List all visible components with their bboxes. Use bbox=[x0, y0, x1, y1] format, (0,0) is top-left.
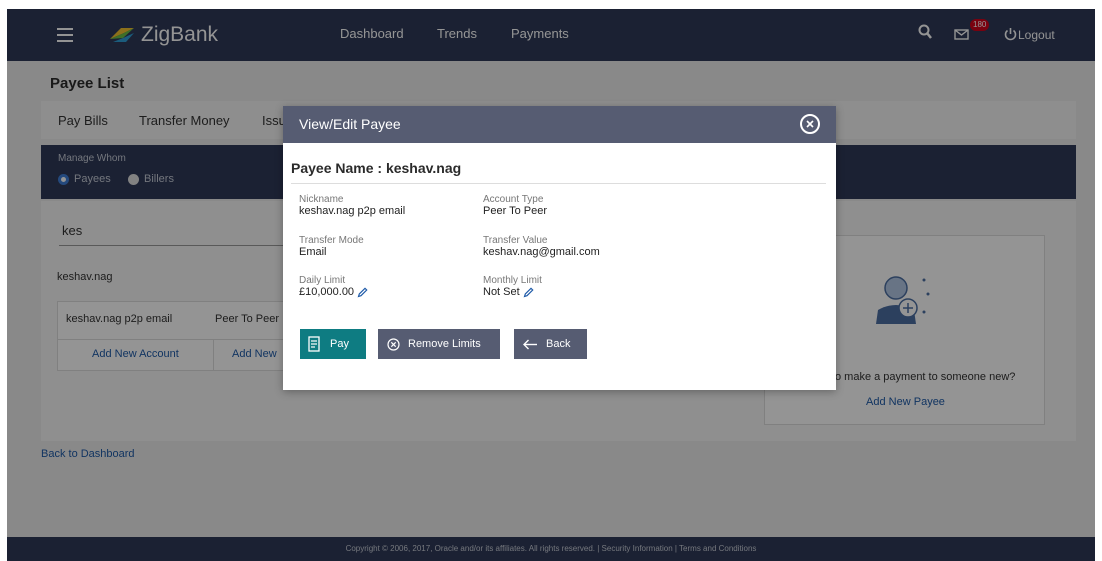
pay-button-label: Pay bbox=[330, 338, 349, 350]
dialog-header: View/Edit Payee bbox=[283, 106, 836, 143]
field-transfer-mode: Transfer Mode Email bbox=[299, 235, 364, 259]
daily-limit-row: £10,000.00 bbox=[299, 286, 368, 299]
account-type-value: Peer To Peer bbox=[483, 205, 548, 217]
remove-circle-icon bbox=[387, 337, 400, 351]
back-button[interactable]: Back bbox=[514, 329, 587, 359]
field-daily-limit: Daily Limit £10,000.00 bbox=[299, 275, 368, 299]
remove-limits-label: Remove Limits bbox=[408, 338, 481, 350]
transfer-value-label: Transfer Value bbox=[483, 235, 548, 246]
dialog-title: View/Edit Payee bbox=[299, 116, 401, 132]
payee-name-heading: Payee Name : keshav.nag bbox=[291, 160, 462, 176]
monthly-limit-row: Not Set bbox=[483, 286, 542, 299]
close-icon[interactable] bbox=[800, 114, 820, 134]
page: ZigBank Dashboard Trends Payments 180 Lo… bbox=[0, 0, 1102, 561]
field-transfer-value: Transfer Value keshav.nag@gmail.com bbox=[483, 235, 600, 259]
monthly-limit-label: Monthly Limit bbox=[483, 275, 542, 286]
transfer-value-value: keshav.nag@gmail.com bbox=[483, 246, 600, 258]
nickname-label: Nickname bbox=[299, 194, 344, 205]
monthly-limit-value: Not Set bbox=[483, 286, 520, 298]
back-button-label: Back bbox=[546, 338, 571, 350]
remove-limits-button[interactable]: Remove Limits bbox=[378, 329, 500, 359]
transfer-mode-label: Transfer Mode bbox=[299, 235, 364, 246]
transfer-mode-value: Email bbox=[299, 246, 327, 258]
view-edit-payee-dialog: View/Edit Payee Payee Name : keshav.nag … bbox=[283, 106, 836, 390]
divider bbox=[291, 183, 826, 184]
account-type-label: Account Type bbox=[483, 194, 544, 205]
pay-button[interactable]: Pay bbox=[300, 329, 366, 359]
nickname-value: keshav.nag p2p email bbox=[299, 205, 406, 217]
field-account-type: Account Type Peer To Peer bbox=[483, 194, 547, 218]
daily-limit-label: Daily Limit bbox=[299, 275, 346, 286]
edit-monthly-limit-icon[interactable] bbox=[523, 287, 534, 298]
bill-icon bbox=[308, 336, 320, 352]
daily-limit-value: £10,000.00 bbox=[299, 286, 355, 298]
arrow-left-icon bbox=[523, 339, 537, 349]
field-nickname: Nickname keshav.nag p2p email bbox=[299, 194, 405, 218]
field-monthly-limit: Monthly Limit Not Set bbox=[483, 275, 542, 299]
edit-daily-limit-icon[interactable] bbox=[357, 287, 368, 298]
